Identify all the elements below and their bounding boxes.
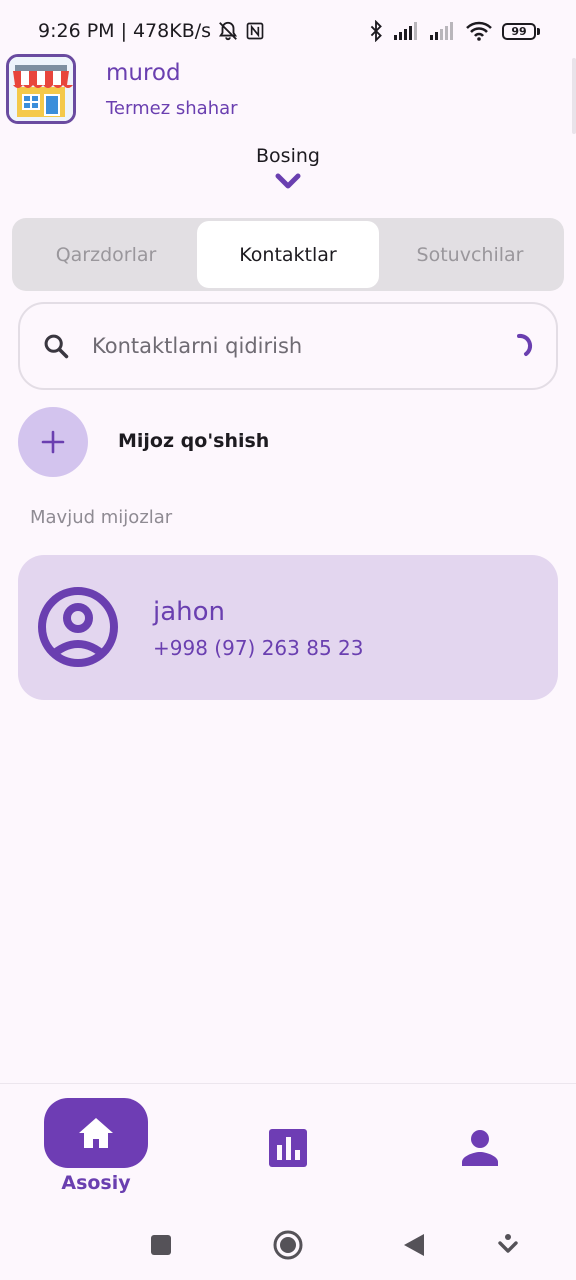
section-title: Mavjud mijozlar bbox=[30, 507, 173, 528]
status-separator: | bbox=[120, 20, 127, 42]
bottom-navigation: Asosiy bbox=[0, 1083, 576, 1205]
recents-square-icon[interactable] bbox=[150, 1234, 172, 1256]
contact-phone: +998 (97) 263 85 23 bbox=[153, 636, 364, 660]
search-input[interactable] bbox=[92, 334, 508, 358]
status-net-speed: 478KB/s bbox=[132, 20, 212, 42]
store-name: murod bbox=[106, 60, 181, 86]
search-icon bbox=[44, 334, 69, 359]
expand-toggle-label[interactable]: Bosing bbox=[0, 145, 576, 167]
contact-card[interactable]: jahon +998 (97) 263 85 23 bbox=[18, 555, 558, 700]
battery-level: 99 bbox=[502, 22, 536, 40]
scroll-indicator bbox=[572, 58, 576, 134]
segmented-tabs: Qarzdorlar Kontaktlar Sotuvchilar bbox=[12, 218, 564, 291]
status-time: 9:26 PM bbox=[38, 20, 115, 42]
bluetooth-icon bbox=[368, 20, 384, 42]
nav-home-label[interactable]: Asosiy bbox=[44, 1172, 148, 1194]
wifi-icon bbox=[466, 21, 492, 41]
loading-spinner-icon bbox=[517, 333, 533, 356]
add-client-button[interactable] bbox=[18, 407, 88, 477]
chevron-down-icon[interactable] bbox=[275, 172, 301, 192]
signal-icon-2 bbox=[430, 22, 456, 40]
tab-kontaktlar[interactable]: Kontaktlar bbox=[197, 221, 379, 288]
nav-home-button[interactable] bbox=[44, 1098, 148, 1168]
status-bar: 9:26 PM | 478KB/s 99 bbox=[0, 0, 576, 62]
store-logo[interactable] bbox=[6, 54, 76, 124]
back-triangle-icon[interactable] bbox=[403, 1233, 425, 1257]
signal-icon bbox=[394, 22, 420, 40]
tab-sotuvchilar[interactable]: Sotuvchilar bbox=[379, 221, 561, 288]
battery-icon: 99 bbox=[502, 22, 540, 40]
plus-icon bbox=[41, 430, 65, 454]
search-box bbox=[18, 302, 558, 390]
tab-qarzdorlar[interactable]: Qarzdorlar bbox=[15, 221, 197, 288]
account-circle-icon bbox=[38, 587, 118, 667]
nfc-icon bbox=[245, 21, 265, 41]
store-city: Termez shahar bbox=[106, 98, 238, 119]
home-icon bbox=[79, 1118, 113, 1148]
system-navigation-bar bbox=[0, 1210, 576, 1280]
store-icon bbox=[9, 57, 73, 121]
home-circle-icon[interactable] bbox=[273, 1230, 303, 1260]
contact-name: jahon bbox=[153, 597, 226, 627]
assistant-chevron-icon[interactable] bbox=[498, 1234, 518, 1256]
bell-off-icon bbox=[217, 20, 239, 42]
person-icon[interactable] bbox=[460, 1128, 500, 1168]
add-client-label[interactable]: Mijoz qo'shish bbox=[118, 430, 269, 452]
bar-chart-icon[interactable] bbox=[268, 1128, 308, 1168]
